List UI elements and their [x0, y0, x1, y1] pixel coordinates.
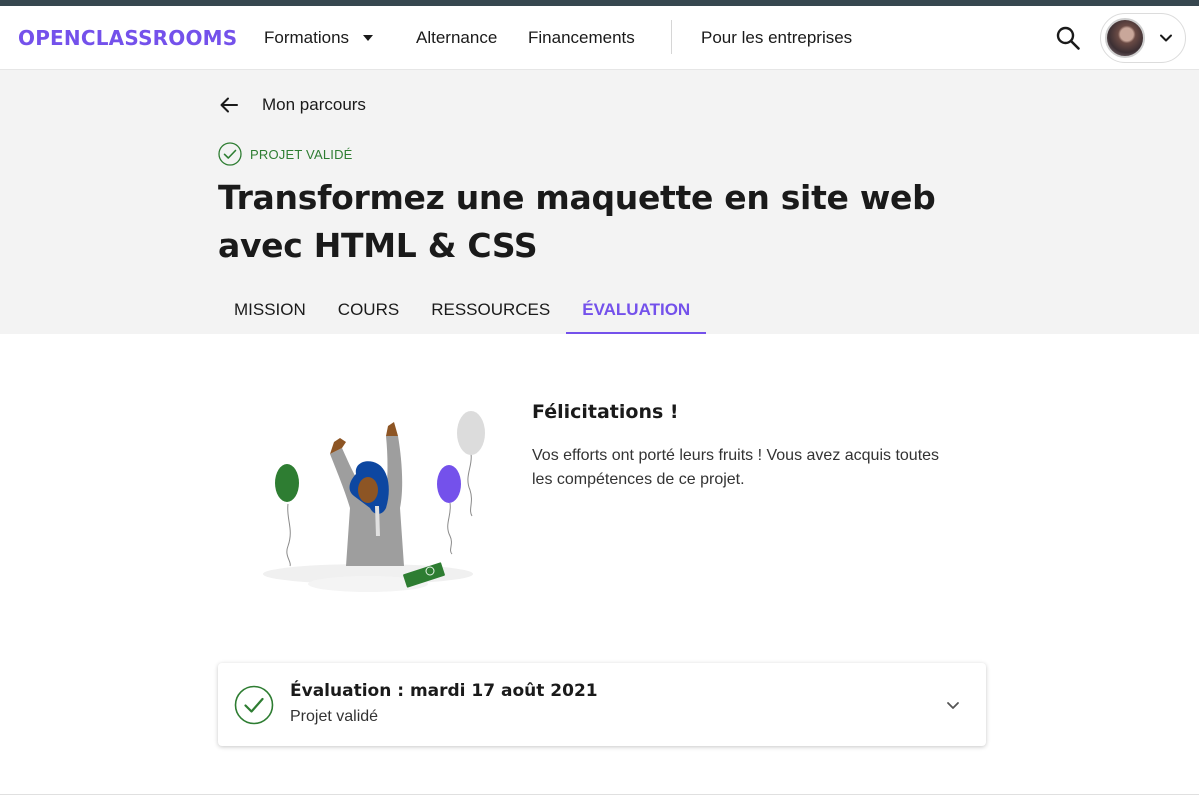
caret-down-icon	[363, 35, 374, 41]
tab-ressources[interactable]: RESSOURCES	[415, 290, 566, 334]
tab-mission[interactable]: MISSION	[218, 290, 322, 334]
chevron-down-icon	[1160, 34, 1172, 42]
nav-alternance-link[interactable]: Alternance	[416, 26, 497, 50]
avatar	[1105, 18, 1145, 58]
chevron-down-icon[interactable]	[944, 696, 962, 714]
project-hero: Mon parcours PROJET VALIDÉ Transformez u…	[0, 70, 1199, 334]
status-label: PROJET VALIDÉ	[250, 146, 353, 162]
evaluation-subtitle: Projet validé	[290, 708, 379, 725]
arrow-left-icon	[220, 97, 238, 113]
nav-formations-label: Formations	[264, 28, 350, 47]
nav-formations-dropdown[interactable]: Formations	[264, 26, 374, 50]
check-circle-icon	[234, 685, 274, 725]
nav-financements-link[interactable]: Financements	[528, 26, 635, 50]
openclassrooms-logo[interactable]: OPENCLASSROOMS	[18, 24, 237, 52]
page-title: Transformez une maquette en site web ave…	[218, 178, 936, 265]
search-button[interactable]	[1054, 24, 1082, 52]
congrats-text: Vos efforts ont porté leurs fruits ! Vou…	[532, 447, 940, 488]
search-icon	[1056, 26, 1080, 50]
back-to-parcours-link[interactable]: Mon parcours	[218, 94, 366, 116]
evaluation-accordion[interactable]: Évaluation : mardi 17 août 2021 Projet v…	[218, 663, 986, 746]
project-status-badge: PROJET VALIDÉ	[218, 142, 353, 166]
project-tabs: MISSION COURS RESSOURCES ÉVALUATION	[218, 290, 707, 334]
nav-entreprises-link[interactable]: Pour les entreprises	[701, 26, 852, 50]
nav-divider	[671, 20, 672, 54]
tab-evaluation[interactable]: ÉVALUATION	[566, 290, 707, 334]
site-header: OPENCLASSROOMS Formations Alternance Fin…	[0, 6, 1199, 70]
back-label: Mon parcours	[262, 95, 366, 114]
check-circle-icon	[218, 142, 242, 166]
evaluation-title: Évaluation : mardi 17 août 2021	[290, 681, 598, 701]
account-menu-button[interactable]	[1100, 13, 1186, 63]
celebration-illustration	[263, 411, 485, 592]
congrats-title: Félicitations !	[532, 401, 679, 423]
tab-cours[interactable]: COURS	[322, 290, 415, 334]
